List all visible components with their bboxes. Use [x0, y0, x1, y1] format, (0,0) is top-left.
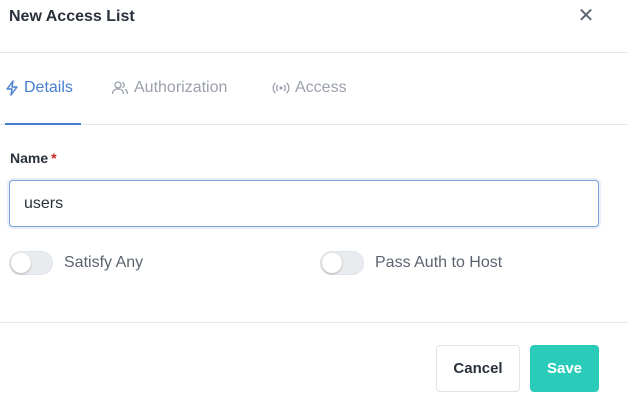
modal-header: New Access List ✕ [0, 0, 628, 53]
cancel-button[interactable]: Cancel [436, 345, 520, 392]
tab-bar: Details Authorization Access [0, 53, 628, 125]
pass-auth-toggle[interactable] [320, 251, 364, 275]
modal-title: New Access List [9, 8, 135, 25]
satisfy-any-label: Satisfy Any [64, 254, 144, 271]
required-marker: * [51, 150, 57, 166]
tab-access[interactable]: Access [272, 77, 347, 99]
modal-footer: Cancel Save [0, 322, 628, 413]
close-icon[interactable]: ✕ [576, 6, 596, 26]
tab-label: Details [24, 79, 73, 96]
tab-label: Authorization [134, 79, 228, 96]
pass-auth-label: Pass Auth to Host [375, 254, 503, 271]
active-tab-indicator [5, 123, 81, 125]
name-field-label: Name * [10, 150, 57, 166]
tab-authorization[interactable]: Authorization [111, 77, 227, 99]
pass-auth-toggle-row[interactable]: Pass Auth to Host [320, 250, 502, 276]
satisfy-any-toggle[interactable] [9, 251, 53, 275]
satisfy-any-toggle-row[interactable]: Satisfy Any [9, 250, 143, 276]
lightning-icon [6, 80, 18, 96]
name-label-text: Name [10, 150, 49, 166]
users-icon [111, 81, 129, 95]
tab-label: Access [295, 79, 347, 96]
tab-details[interactable]: Details [5, 77, 73, 99]
broadcast-icon [272, 82, 290, 94]
save-button[interactable]: Save [530, 345, 599, 392]
toggle-knob [11, 253, 31, 273]
name-input[interactable] [9, 180, 599, 227]
toggle-knob [322, 253, 342, 273]
